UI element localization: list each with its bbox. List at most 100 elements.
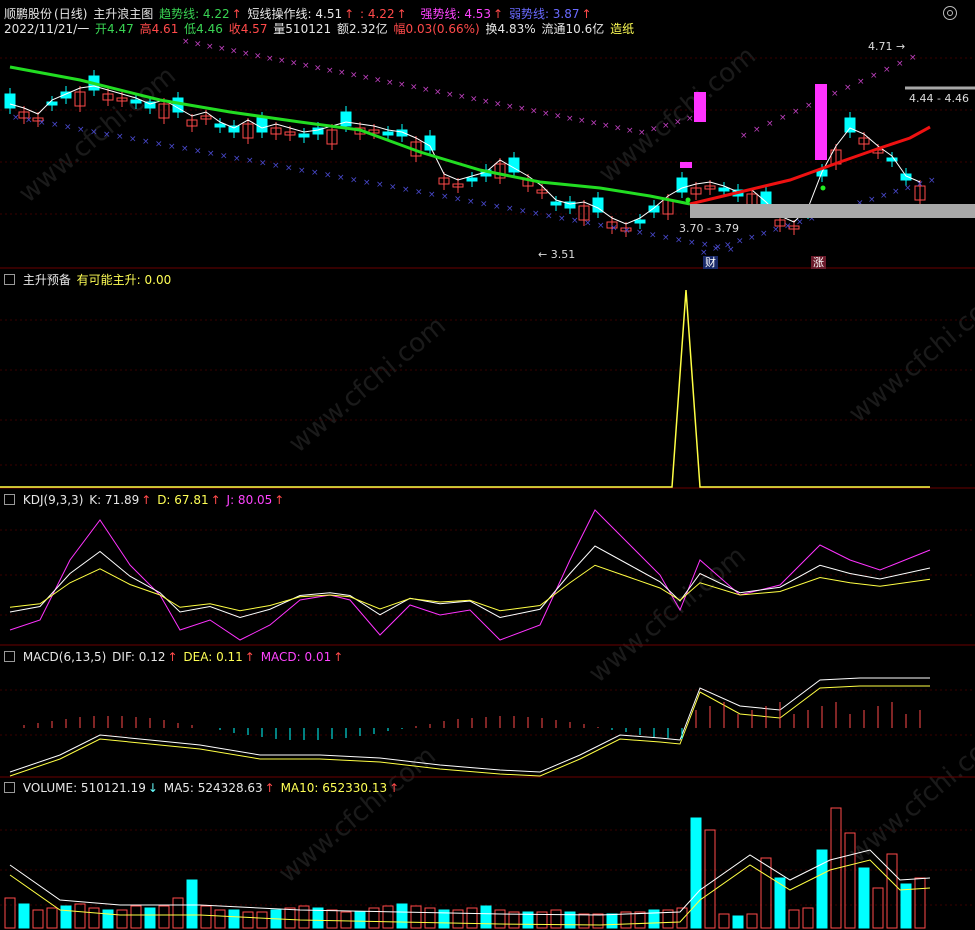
up-arrow-icon: ↑ (344, 7, 355, 21)
upper-x-marker: × (626, 126, 634, 136)
lower-x-marker: × (519, 207, 527, 217)
upper-x-marker: × (614, 123, 622, 133)
lower-x-marker: × (784, 221, 792, 231)
lower-x-marker: × (688, 238, 696, 248)
upper-x-marker: × (326, 66, 334, 76)
kdj-d-line (9, 564, 931, 612)
upper-x-marker: × (362, 73, 370, 83)
upper-x-marker: × (753, 125, 761, 135)
kdj-d: D: 67.81 (157, 493, 209, 507)
upper-x-marker: × (182, 37, 190, 47)
signal-bar (694, 92, 706, 122)
lower-x-marker: × (558, 214, 566, 224)
lower-x-marker: × (916, 180, 924, 190)
upper-x-marker: × (686, 114, 694, 124)
volume-bar (886, 853, 898, 929)
lower-x-marker: × (748, 233, 756, 243)
candle-body (424, 135, 436, 151)
weak-line-value: 弱势线: 3.87 (508, 7, 580, 21)
lower-x-marker: × (928, 176, 936, 186)
volume-bar (396, 903, 408, 929)
collapse-icon[interactable] (4, 274, 15, 285)
p2-title[interactable]: 主升预备 (23, 273, 71, 287)
lower-x-marker: × (38, 118, 46, 128)
lower-x-marker: × (12, 113, 20, 123)
lower-x-marker: × (506, 204, 514, 214)
volume-bar (214, 909, 226, 929)
upper-x-marker: × (590, 119, 598, 129)
macd-dif-line (9, 677, 930, 773)
short-line-value-2: : 4.22 (360, 7, 395, 21)
upper-x-marker: × (883, 65, 891, 75)
kdj-title[interactable]: KDJ(9,3,3) (23, 493, 84, 507)
upper-x-marker: × (410, 83, 418, 93)
upper-x-marker: × (194, 39, 202, 49)
lower-x-marker: × (181, 144, 189, 154)
stock-name[interactable]: 顺鹏股份 (4, 7, 52, 21)
volume-bar (494, 909, 506, 929)
lower-x-marker: × (597, 221, 605, 231)
change-value: 幅0.03(0.66%) (393, 22, 480, 36)
kdj-k-line (9, 545, 931, 619)
settings-gear-icon[interactable] (943, 6, 957, 20)
upper-x-marker: × (242, 49, 250, 59)
lower-x-marker: × (194, 147, 202, 157)
resist-range-label: 4.44 - 4.46 (909, 92, 969, 105)
lower-x-marker: × (545, 211, 553, 221)
lower-x-marker: × (402, 185, 410, 195)
lower-x-marker: × (51, 120, 59, 130)
volume-bar (200, 905, 212, 929)
macd-dif: DIF: 0.12 (112, 650, 166, 664)
lower-x-marker: × (880, 191, 888, 201)
collapse-icon[interactable] (4, 651, 15, 662)
lower-x-marker: × (272, 161, 280, 171)
p2-value: 有可能主升: 0.00 (76, 273, 172, 287)
upper-x-marker: × (530, 107, 538, 117)
turnover-value: 换4.83% (485, 22, 536, 36)
up-arrow-icon: ↑ (274, 493, 285, 507)
high-price-label: 4.71 → (868, 40, 906, 53)
signal-bar (815, 84, 827, 160)
strong-line-value: 强势线: 4.53 (420, 7, 492, 21)
lower-x-marker: × (337, 173, 345, 183)
volume-bar (32, 909, 44, 929)
lower-x-marker: × (796, 218, 804, 228)
close-price: 收4.57 (228, 22, 268, 36)
up-arrow-icon: ↑ (141, 493, 152, 507)
collapse-icon[interactable] (4, 782, 15, 793)
volume-bar (4, 897, 16, 929)
short-line-value: 短线操作线: 4.51 (247, 7, 343, 21)
upper-x-marker: × (831, 89, 839, 99)
volume-bar (900, 883, 912, 929)
volume-title[interactable]: VOLUME: 510121.19 (23, 781, 146, 795)
indicator-name[interactable]: 主升浪主图 (93, 7, 153, 21)
upper-x-marker: × (314, 63, 322, 73)
lower-x-marker: × (285, 163, 293, 173)
upper-x-marker: × (338, 68, 346, 78)
upper-x-marker: × (494, 99, 502, 109)
lower-x-marker: × (64, 123, 72, 133)
lower-x-marker: × (116, 132, 124, 142)
candle-body (298, 133, 310, 138)
collapse-icon[interactable] (4, 494, 15, 505)
limit-up-tag[interactable]: 涨 (811, 256, 826, 269)
period-label[interactable]: (日线) (54, 7, 87, 21)
upper-x-marker: × (896, 59, 904, 69)
sector-value[interactable]: 造纸 (610, 22, 634, 36)
lower-x-marker: × (324, 171, 332, 181)
down-arrow-icon: ↓ (147, 781, 158, 795)
macd-dea: DEA: 0.11 (183, 650, 243, 664)
low-price: 低4.46 (184, 22, 223, 36)
macd-title[interactable]: MACD(6,13,5) (23, 650, 107, 664)
volume-bar (788, 909, 800, 929)
candle-body (130, 99, 142, 104)
finance-tag[interactable]: 财 (703, 256, 718, 269)
volume-bar (60, 905, 72, 929)
volume-bar (760, 857, 772, 929)
volume-bar (354, 911, 366, 929)
upper-x-marker: × (650, 125, 658, 135)
signal-dot (820, 185, 826, 191)
ohlc-info-bar: 2022/11/21/一 开4.47 高4.61 低4.46 收4.57 量51… (4, 21, 636, 37)
volume-bar (186, 879, 198, 929)
lower-x-marker: × (129, 135, 137, 145)
